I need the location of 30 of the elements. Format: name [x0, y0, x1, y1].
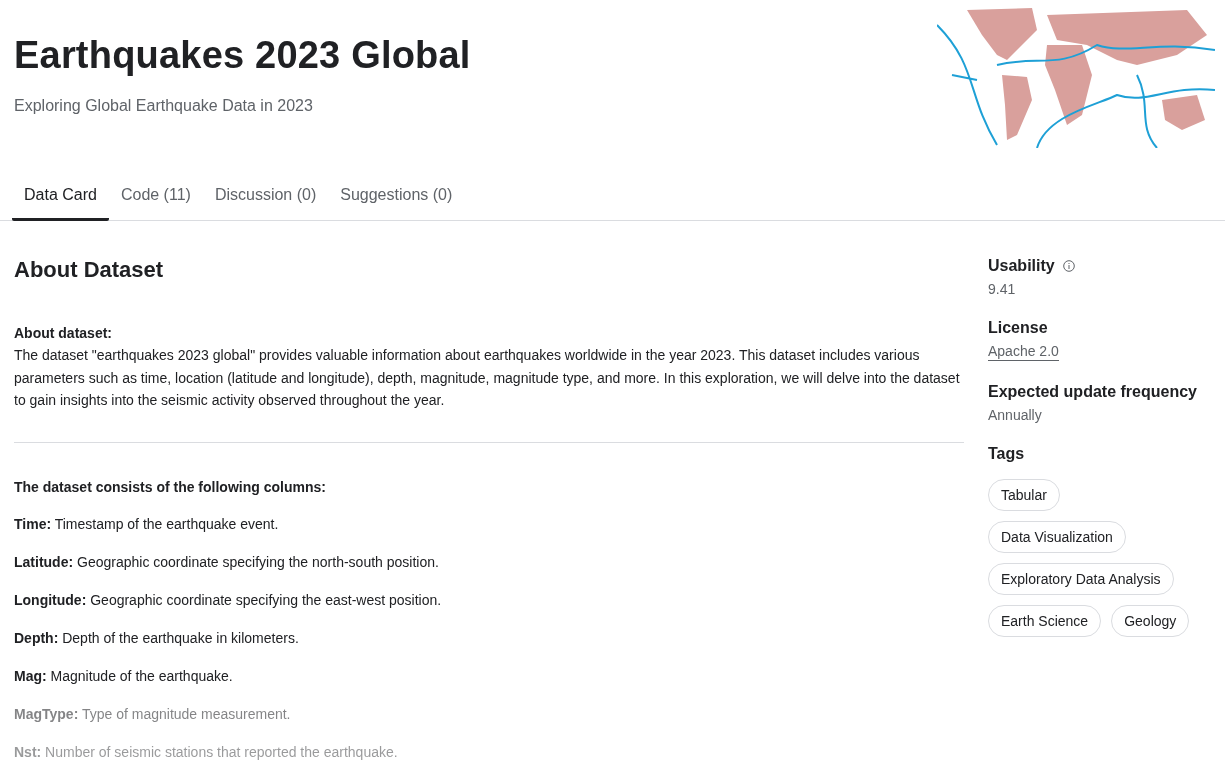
- tag-chip[interactable]: Tabular: [988, 479, 1060, 511]
- columns-heading: The dataset consists of the following columns:: [14, 477, 327, 497]
- tab[interactable]: Suggestions (0): [328, 186, 465, 221]
- column-description: MagType: Type of magnitude measurement.: [14, 705, 292, 724]
- dataset-title: Earthquakes 2023 Global: [14, 34, 471, 77]
- section-label: Expected update frequency: [988, 383, 1198, 401]
- section-value: Annually: [988, 407, 1042, 423]
- section-label: License: [988, 319, 1049, 337]
- license-link[interactable]: Apache 2.0: [988, 343, 1059, 361]
- column-description: Depth: Depth of the earthquake in kilometers.: [14, 629, 300, 648]
- tag-chip[interactable]: Geology: [1111, 605, 1190, 637]
- tab[interactable]: Data Card: [12, 186, 109, 221]
- column-description: Mag: Magnitude of the earthquake.: [14, 667, 234, 686]
- intro-title: About dataset:: [14, 323, 113, 343]
- info-icon[interactable]: [1062, 260, 1075, 272]
- section-value: 9.41: [988, 281, 1016, 297]
- section-label: Tags: [988, 445, 1026, 463]
- tag-chip[interactable]: Data Visualization: [988, 521, 1126, 553]
- tag-chip[interactable]: Exploratory Data Analysis: [988, 563, 1174, 595]
- column-description: Longitude: Geographic coordinate specifying the east-west position.: [14, 591, 443, 610]
- column-description: Latitude: Geographic coordinate specifying the north-south position.: [14, 553, 440, 572]
- dataset-subtitle: Exploring Global Earthquake Data in 2023: [14, 97, 314, 115]
- intro-paragraph: The dataset "earthquakes 2023 global" provides valuable information about earthquakes worldwide in the year 2023. This dataset includes various parameters such as time, location (latitude and longitude), depth, magnitude, magnitude type, and more. In this exploration, we will delve into the dataset to gain insights into the seismic activity observed throughout the year.: [14, 346, 961, 410]
- tag-chip[interactable]: Earth Science: [988, 605, 1102, 637]
- tab[interactable]: Code (11): [108, 186, 203, 221]
- section-heading: About Dataset: [14, 259, 165, 282]
- column-description: Nst: Number of seismic stations that reported the earthquake.: [14, 743, 399, 762]
- tab[interactable]: Discussion (0): [202, 186, 329, 221]
- section-label: Usability: [988, 257, 1055, 275]
- column-description: Time: Timestamp of the earthquake event.: [14, 515, 280, 534]
